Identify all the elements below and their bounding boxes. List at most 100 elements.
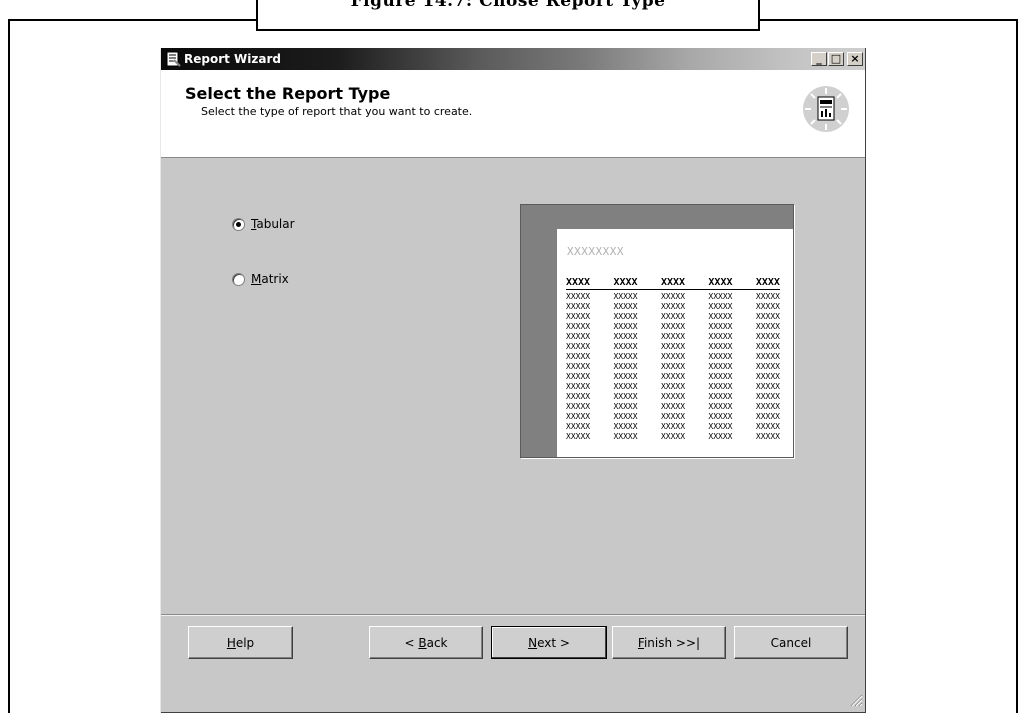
preview-cell: XXXXX	[566, 322, 591, 331]
preview-cell: XXXXX	[708, 422, 733, 431]
preview-cell: XXXXX	[755, 332, 780, 341]
preview-cell: XXXXX	[708, 302, 733, 311]
preview-cell: XXXXX	[566, 332, 591, 341]
preview-cell: XXXXX	[566, 362, 591, 371]
preview-row: XXXXX XXXXX XXXXX XXXXX XXXXX	[566, 422, 780, 432]
preview-cell: XXXXX	[755, 312, 780, 321]
tabular-radio[interactable]	[232, 217, 245, 231]
preview-cell: XXXXX	[755, 362, 780, 371]
preview-cell: XXXXX	[613, 402, 638, 411]
preview-cell: XXXXX	[660, 402, 686, 411]
preview-header-cell: XXXX	[708, 277, 733, 288]
help-button[interactable]: Help	[188, 626, 293, 659]
preview-cell: XXXXX	[755, 372, 780, 381]
page-subtitle: Select the type of report that you want …	[201, 105, 473, 118]
preview-cell: XXXXX	[566, 422, 591, 431]
preview-header-cell: XXXX	[613, 277, 638, 288]
preview-cell: XXXXX	[660, 342, 686, 351]
preview-cell: XXXXX	[566, 412, 591, 421]
preview-cell: XXXXX	[660, 372, 686, 381]
figure-caption-box: Figure 14.7: Chose Report Type	[256, 0, 760, 31]
preview-cell: XXXXX	[566, 402, 591, 411]
finish-label: Finish >>|	[637, 635, 701, 650]
option-tabular[interactable]: Tabular	[232, 216, 295, 232]
preview-cell: XXXXX	[660, 432, 686, 441]
preview-cell: XXXXX	[708, 382, 733, 391]
preview-cell: XXXXX	[660, 302, 686, 311]
preview-cell: XXXXX	[755, 412, 780, 421]
preview-row: XXXXX XXXXX XXXXX XXXXX XXXXX	[566, 392, 780, 402]
window-title: Report Wizard	[184, 52, 281, 66]
preview-cell: XXXXX	[613, 372, 638, 381]
cancel-button[interactable]: Cancel	[734, 626, 848, 659]
report-wizard-icon	[166, 51, 181, 67]
preview-cell: XXXXX	[660, 412, 686, 421]
preview-cell: XXXXX	[755, 422, 780, 431]
preview-cell: XXXXX	[708, 402, 733, 411]
matrix-radio[interactable]	[232, 272, 245, 286]
preview-cell: XXXXX	[755, 342, 780, 351]
next-label: Next >	[528, 635, 570, 650]
preview-cell: XXXXX	[613, 292, 638, 301]
title-bar[interactable]: Report Wizard _ □ ×	[161, 48, 865, 70]
preview-cell: XXXXX	[755, 432, 780, 441]
preview-cell: XXXXX	[755, 402, 780, 411]
preview-header-cell: XXXX	[660, 277, 686, 288]
preview-cell: XXXXX	[708, 432, 733, 441]
preview-cell: XXXXX	[755, 392, 780, 401]
tabular-label: Tabular	[251, 217, 295, 231]
page-title: Select the Report Type	[185, 84, 391, 103]
minimize-button[interactable]: _	[811, 52, 827, 66]
preview-cell: XXXXX	[660, 352, 686, 361]
preview-cell: XXXXX	[708, 322, 733, 331]
preview-cell: XXXXX	[660, 312, 686, 321]
preview-cell: XXXXX	[660, 362, 686, 371]
preview-cell: XXXXX	[755, 302, 780, 311]
maximize-button[interactable]: □	[828, 52, 844, 66]
preview-cell: XXXXX	[566, 342, 591, 351]
preview-cell: XXXXX	[660, 322, 686, 331]
preview-cell: XXXXX	[660, 332, 686, 341]
preview-cell: XXXXX	[613, 332, 638, 341]
wizard-header: Select the Report Type Select the type o…	[161, 70, 865, 158]
preview-cell: XXXXX	[566, 432, 591, 441]
preview-cell: XXXXX	[566, 312, 591, 321]
figure-frame-right	[1016, 19, 1018, 713]
preview-cell: XXXXX	[566, 392, 591, 401]
back-button[interactable]: < Back	[369, 626, 483, 659]
preview-row: XXXXX XXXXX XXXXX XXXXX XXXXX	[566, 402, 780, 412]
preview-cell: XXXXX	[755, 382, 780, 391]
matrix-label: Matrix	[251, 272, 289, 286]
report-wizard-window: Report Wizard _ □ × Select the Report Ty…	[160, 48, 866, 713]
resize-grip-icon[interactable]	[849, 693, 863, 707]
preview-cell: XXXXX	[613, 432, 638, 441]
preview-row: XXXXX XXXXX XXXXX XXXXX XXXXX	[566, 302, 780, 312]
preview-cell: XXXXX	[708, 352, 733, 361]
preview-cell: XXXXX	[708, 292, 733, 301]
preview-cell: XXXXX	[566, 382, 591, 391]
preview-cell: XXXXX	[755, 292, 780, 301]
finish-button[interactable]: Finish >>|	[612, 626, 726, 659]
preview-cell: XXXXX	[613, 392, 638, 401]
preview-row: XXXXX XXXXX XXXXX XXXXX XXXXX	[566, 432, 780, 442]
preview-cell: XXXXX	[708, 412, 733, 421]
preview-row: XXXXX XXXXX XXXXX XXXXX XXXXX	[566, 372, 780, 382]
preview-row: XXXXX XXXXX XXXXX XXXXX XXXXX	[566, 412, 780, 422]
preview-row: XXXXX XXXXX XXXXX XXXXX XXXXX	[566, 322, 780, 332]
preview-cell: XXXXX	[566, 372, 591, 381]
close-button[interactable]: ×	[847, 52, 863, 66]
back-label: < Back	[404, 635, 448, 650]
figure-caption: Figure 14.7: Chose Report Type	[350, 0, 666, 11]
preview-row: XXXXX XXXXX XXXXX XXXXX XXXXX	[566, 352, 780, 362]
preview-row: XXXXX XXXXX XXXXX XXXXX XXXXX	[566, 292, 780, 302]
preview-cell: XXXXX	[613, 342, 638, 351]
preview-cell: XXXXX	[708, 312, 733, 321]
preview-header-cell: XXXX	[755, 277, 780, 288]
option-matrix[interactable]: Matrix	[232, 271, 289, 287]
preview-cell: XXXXX	[566, 292, 591, 301]
preview-cell: XXXXX	[613, 302, 638, 311]
preview-row: XXXXX XXXXX XXXXX XXXXX XXXXX	[566, 362, 780, 372]
preview-rows: XXXXX XXXXX XXXXX XXXXX XXXXX XXXXX XXXXX XXXXX…	[566, 292, 780, 442]
preview-cell: XXXXX	[566, 352, 591, 361]
next-button[interactable]: Next >	[491, 626, 607, 659]
